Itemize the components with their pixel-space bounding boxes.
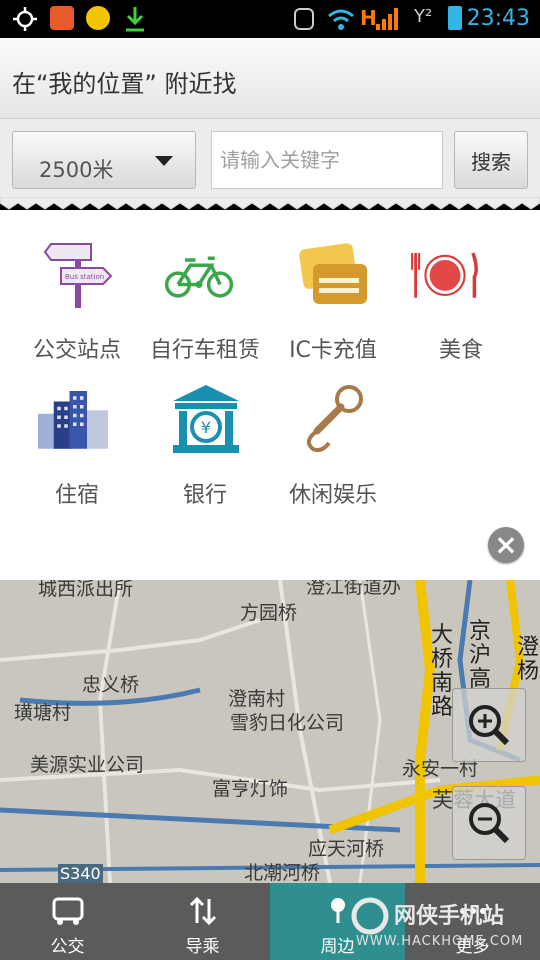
wifi-icon [328, 9, 354, 30]
keyword-input[interactable] [211, 131, 443, 189]
map-label: 澄南村 [228, 688, 286, 710]
category-bank[interactable]: ¥ 银行 [140, 365, 270, 508]
map-label: 雪豹日化公司 [230, 712, 345, 734]
chevron-down-icon [155, 156, 173, 166]
zoom-in-button[interactable] [452, 688, 526, 762]
network-h-icon: H [360, 6, 377, 30]
category-ic-card-topup[interactable]: IC卡充值 [268, 220, 398, 363]
transfer-arrows-icon [189, 896, 217, 926]
category-label: 美食 [438, 338, 483, 363]
category-panel: Bus station 公交站点 自行车租赁 IC卡充值 美食 住宿 ¥ 银行 … [0, 210, 540, 580]
watermark-text: 网侠手机站 [394, 904, 505, 929]
microphone-icon [306, 385, 363, 453]
close-icon: × [494, 528, 518, 561]
zoom-out-icon [469, 803, 510, 844]
map-label: 应天河桥 [308, 838, 385, 860]
map-label: 美源实业公司 [30, 754, 145, 776]
bus-icon [52, 897, 84, 925]
zoom-out-button[interactable] [452, 786, 526, 860]
hotel-building-icon [38, 391, 108, 449]
title-bar: 在“我的位置” 附近找 [0, 38, 540, 119]
map-label: 城西派出所 [38, 580, 134, 600]
zigzag-divider [0, 197, 540, 210]
map-label: 富亨灯饰 [212, 778, 289, 800]
watermark-logo-icon [351, 897, 389, 935]
road-number-label: S340 [58, 864, 103, 883]
download-icon [126, 7, 144, 32]
bank-icon: ¥ [173, 385, 239, 453]
category-label: IC卡充值 [289, 338, 377, 363]
category-food[interactable]: 美食 [396, 220, 526, 363]
page-title: 在“我的位置” 附近找 [12, 70, 237, 98]
battery-icon [448, 6, 462, 30]
map-label: 忠义桥 [82, 674, 140, 696]
category-hotel[interactable]: 住宿 [12, 365, 142, 508]
category-label: 银行 [182, 483, 227, 508]
category-entertainment[interactable]: 休闲娱乐 [268, 365, 398, 508]
search-bar: 2500米 搜索 [0, 119, 540, 203]
fork-plate-knife-icon [411, 252, 478, 298]
map-label: 璜塘村 [14, 702, 72, 724]
tab-label: 导乘 [185, 937, 220, 957]
ic-card-icon [299, 243, 367, 304]
svg-text:¥: ¥ [201, 418, 211, 437]
gps-icon [13, 7, 37, 31]
tab-label: 公交 [50, 937, 85, 957]
distance-dropdown[interactable]: 2500米 [12, 131, 196, 189]
zoom-in-icon [469, 705, 510, 746]
search-button[interactable]: 搜索 [454, 131, 528, 189]
map-view[interactable]: 城西派出所 澄江街道办 方园桥 忠义桥 璜塘村 澄南村 雪豹日化公司 美源实业公… [0, 580, 540, 883]
category-label: 自行车租赁 [149, 338, 260, 363]
clock: 23:43 [466, 6, 530, 31]
watermark-url: WWW.HACKHOME.COM [356, 934, 524, 949]
category-label: 住宿 [54, 483, 99, 508]
signal-icon [376, 8, 398, 30]
category-label: 公交站点 [32, 338, 121, 363]
bus-station-sign-icon: Bus station [43, 243, 113, 308]
map-road-label-vertical: 大桥南路 [430, 623, 453, 720]
category-bike-rental[interactable]: 自行车租赁 [140, 220, 270, 363]
tab-bus[interactable]: 公交 [0, 883, 135, 960]
bus-station-sign-text: Bus station [65, 273, 104, 281]
sync-icon [294, 8, 314, 30]
tab-transfer[interactable]: 导乘 [135, 883, 270, 960]
app-notification-icon [50, 6, 74, 30]
category-bus-station[interactable]: Bus station 公交站点 [12, 220, 142, 363]
plus-app-icon [86, 6, 110, 30]
category-label: 休闲娱乐 [288, 483, 377, 508]
status-bar: H Y² 23:43 [0, 0, 540, 38]
watermark: 网侠手机站 WWW.HACKHOME.COM [350, 892, 540, 954]
map-road-label-vertical: 京沪高 [468, 619, 491, 692]
map-label: 方园桥 [240, 602, 298, 624]
signal-2-icon: Y² [414, 6, 433, 27]
map-label: 北潮河桥 [244, 862, 321, 883]
close-panel-button[interactable]: × [488, 527, 524, 563]
map-label: 澄江街道办 [306, 580, 402, 598]
map-road-label-vertical: 澄杨 [516, 635, 539, 684]
distance-value: 2500米 [39, 158, 114, 182]
bicycle-icon [164, 256, 234, 298]
